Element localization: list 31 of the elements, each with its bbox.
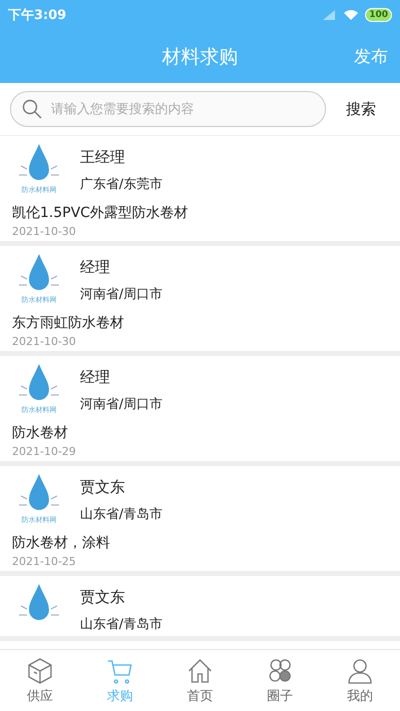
battery-level: 100 (365, 8, 392, 22)
location-text: 河南省/周口市 (80, 286, 162, 303)
location-text: 山东省/青岛市 (80, 616, 162, 633)
home-icon (186, 656, 214, 684)
tab-home[interactable]: 首页 (160, 650, 240, 711)
post-title: 东方雨虹防水卷材 (12, 314, 125, 332)
post-date: 2021-10-30 (12, 225, 77, 238)
location-text: 河南省/周口市 (80, 396, 162, 413)
location-text: 山东省/青岛市 (80, 506, 162, 523)
person-icon (346, 656, 374, 684)
contact-name: 贾文东 (80, 478, 126, 498)
post-title: 防水卷材 (12, 424, 69, 442)
contact-name: 贾文东 (80, 588, 126, 608)
page-title: 材料求购 (162, 44, 238, 70)
post-date: 2021-10-29 (12, 445, 77, 458)
search-button[interactable]: 搜索 (336, 100, 390, 118)
signal-icon (321, 9, 338, 21)
post-title: 凯伦1.5PVC外露型防水卷材 (12, 204, 190, 222)
tab-box[interactable]: 供应 (0, 650, 80, 711)
search-field[interactable]: 请输入您需要搜索的内容 (10, 91, 326, 127)
post-date: 2021-10-30 (12, 335, 77, 348)
post-date: 2021-10-25 (12, 555, 77, 568)
location-text: 广东省/东莞市 (80, 176, 162, 193)
contact-name: 经理 (80, 368, 111, 388)
post-title: 防水卷材，涂料 (12, 534, 111, 552)
tab-person[interactable]: 我的 (320, 650, 400, 711)
contact-name: 王经理 (80, 148, 126, 168)
contact-name: 经理 (80, 258, 111, 278)
box-icon (26, 656, 54, 684)
status-time: 下午3:09 (8, 7, 66, 24)
wifi-icon (343, 9, 360, 21)
